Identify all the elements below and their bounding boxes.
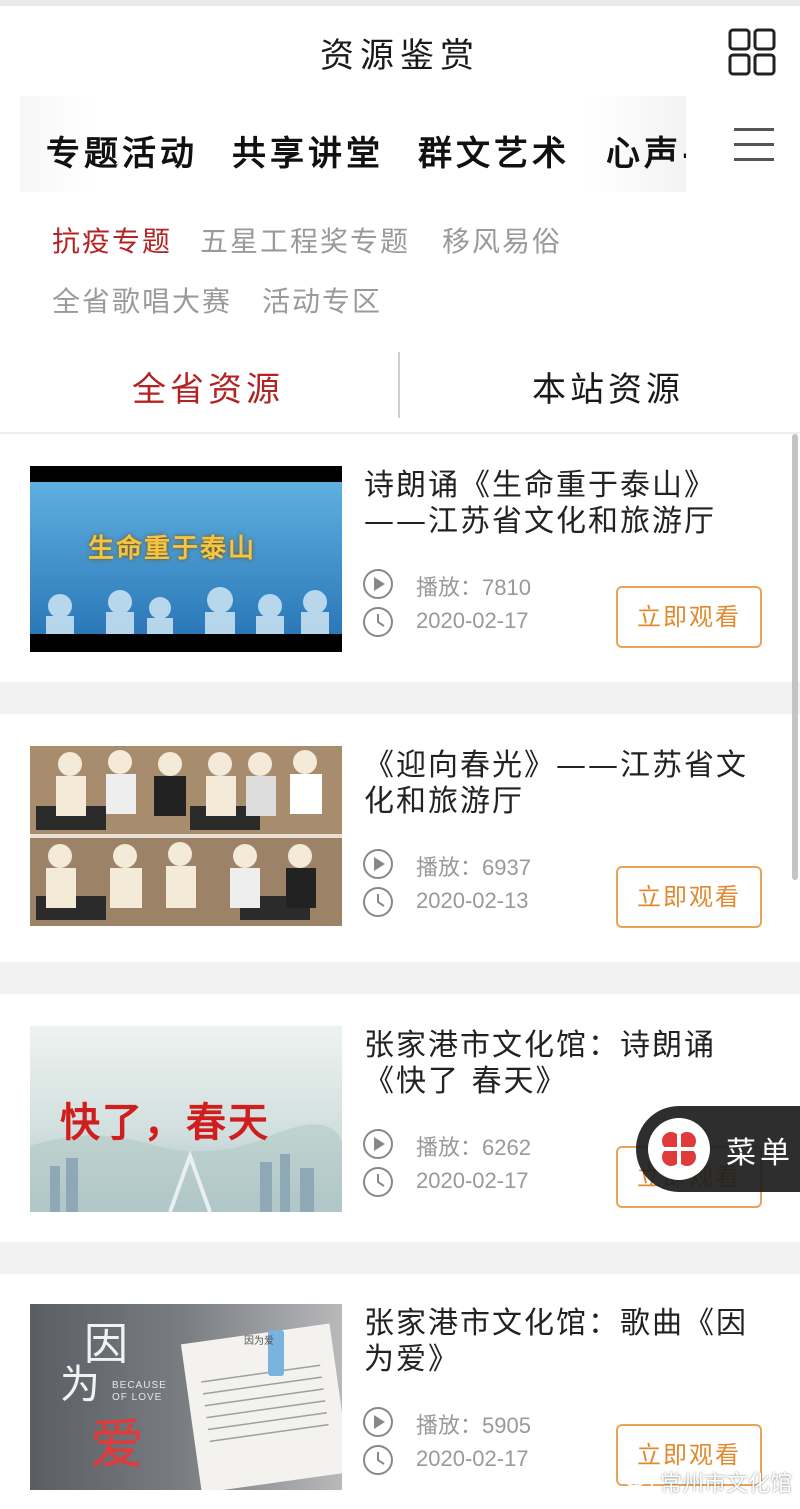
- publish-date: 2020-02-17: [416, 1446, 529, 1471]
- play-count: 6262: [482, 1135, 531, 1160]
- watch-now-button[interactable]: 立即观看: [616, 586, 762, 648]
- subtopic-singing-contest[interactable]: 全省歌唱大赛: [52, 280, 232, 320]
- play-count-label: 播放：: [416, 576, 483, 601]
- grid-icon[interactable]: [728, 28, 776, 76]
- play-icon: [363, 569, 393, 599]
- subtopic-change-customs[interactable]: 移风易俗: [442, 220, 562, 260]
- card-title[interactable]: 张家港市文化馆：歌曲《因为爱》: [364, 1306, 764, 1378]
- hamburger-icon[interactable]: [734, 128, 774, 162]
- subtopic-anti-epidemic[interactable]: 抗疫专题: [52, 220, 172, 260]
- play-count-label: 播放：: [416, 1136, 483, 1161]
- watermark-text: 常州市文化馆: [660, 1471, 793, 1496]
- play-count: 7810: [482, 575, 531, 600]
- thumbnail-caption: 因为爱: [244, 1336, 274, 1347]
- category-tab-shared-lectures[interactable]: 共享讲堂: [232, 126, 384, 175]
- resource-card[interactable]: 生命重于泰山 诗朗诵《生命重于泰山》——江苏省文化和旅游厅 播放：7810 20…: [0, 434, 800, 682]
- subtopic-activity-zone[interactable]: 活动专区: [262, 280, 382, 320]
- category-tab-topic-activities[interactable]: 专题活动: [46, 126, 198, 175]
- publish-date: 2020-02-17: [416, 608, 529, 633]
- publish-date: 2020-02-13: [416, 888, 529, 913]
- clock-icon: [363, 607, 393, 637]
- play-count: 6937: [482, 855, 531, 880]
- floating-menu-label: 菜单: [726, 1136, 794, 1171]
- thumbnail-caption: 快了，春天: [60, 1099, 270, 1146]
- card-gap: [0, 682, 800, 714]
- video-thumbnail[interactable]: 快了，春天: [30, 1026, 342, 1212]
- clock-icon: [363, 1445, 393, 1475]
- scrollbar[interactable]: [792, 434, 798, 880]
- wechat-icon: [624, 1469, 653, 1492]
- watch-now-button[interactable]: 立即观看: [616, 866, 762, 928]
- subtopic-five-star-award[interactable]: 五星工程奖专题: [200, 220, 410, 260]
- thumbnail-caption: 爱: [90, 1413, 144, 1476]
- four-petal-icon: [648, 1118, 710, 1180]
- page-title: 资源鉴赏: [320, 36, 480, 76]
- play-count-label: 播放：: [416, 1414, 483, 1439]
- card-gap: [0, 962, 800, 994]
- card-title[interactable]: 诗朗诵《生命重于泰山》——江苏省文化和旅游厅: [364, 468, 764, 540]
- page-header: 资源鉴赏: [0, 6, 800, 94]
- video-thumbnail[interactable]: [30, 746, 342, 926]
- source-tabs: 全省资源 本站资源: [0, 348, 800, 420]
- play-icon: [363, 849, 393, 879]
- floating-menu-button[interactable]: 菜单: [636, 1106, 800, 1192]
- publish-date: 2020-02-17: [416, 1168, 529, 1193]
- thumbnail-image: [30, 746, 342, 926]
- tab-divider: [398, 352, 400, 418]
- category-nav: 专题活动 共享讲堂 群文艺术 心声-: [20, 96, 686, 192]
- clock-icon: [363, 887, 393, 917]
- resource-card[interactable]: 《迎向春光》——江苏省文化和旅游厅 播放：6937 2020-02-13 立即观…: [0, 714, 800, 962]
- play-count: 5905: [482, 1413, 531, 1438]
- card-title[interactable]: 《迎向春光》——江苏省文化和旅游厅: [364, 748, 764, 820]
- clock-icon: [363, 1167, 393, 1197]
- category-tab-voice[interactable]: 心声-: [606, 126, 686, 175]
- card-gap: [0, 1242, 800, 1274]
- play-icon: [363, 1407, 393, 1437]
- card-title[interactable]: 张家港市文化馆：诗朗诵《快了 春天》: [364, 1028, 764, 1100]
- tab-province-resources[interactable]: 全省资源: [132, 362, 284, 411]
- tab-local-resources[interactable]: 本站资源: [532, 362, 684, 411]
- play-icon: [363, 1129, 393, 1159]
- video-thumbnail[interactable]: 因 为 爱 BECAUSE OF LOVE 因为爱: [30, 1304, 342, 1490]
- video-thumbnail[interactable]: 生命重于泰山: [30, 466, 342, 652]
- watermark: 常州市文化馆: [620, 1462, 796, 1502]
- thumbnail-caption: BECAUSE OF LOVE: [112, 1380, 167, 1403]
- thumbnail-caption: 生命重于泰山: [88, 534, 257, 564]
- play-count-label: 播放：: [416, 856, 483, 881]
- category-tab-mass-culture-art[interactable]: 群文艺术: [418, 126, 570, 175]
